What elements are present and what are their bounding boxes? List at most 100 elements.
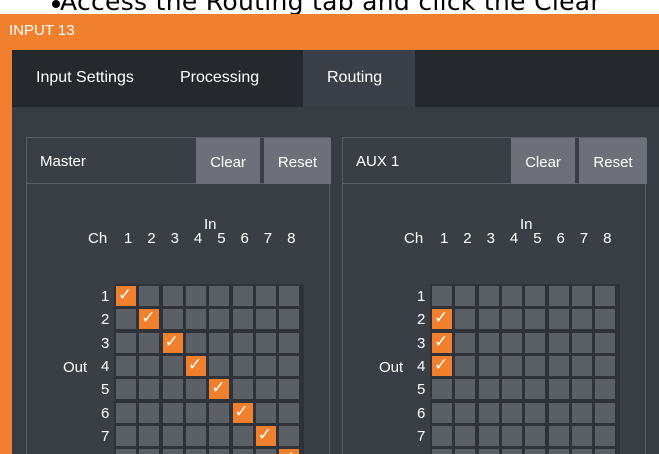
- master-clear-button[interactable]: Clear: [196, 138, 260, 184]
- routing-cell-out4-in5[interactable]: [525, 355, 546, 376]
- routing-cell-out8-in4[interactable]: [501, 449, 522, 454]
- routing-cell-out1-in4[interactable]: [501, 286, 522, 306]
- routing-cell-out6-in6[interactable]: [548, 402, 569, 423]
- routing-cell-out4-in1[interactable]: [116, 355, 136, 376]
- routing-cell-out6-in7[interactable]: [255, 402, 276, 423]
- routing-cell-out1-in6[interactable]: [232, 286, 253, 306]
- aux1-clear-button[interactable]: Clear: [511, 138, 575, 184]
- routing-cell-out7-in8[interactable]: [595, 425, 616, 446]
- routing-cell-out8-in2[interactable]: [139, 449, 160, 454]
- routing-cell-out1-in2[interactable]: [455, 286, 476, 306]
- routing-cell-out2-in5[interactable]: [525, 309, 546, 330]
- routing-cell-out5-in3[interactable]: [478, 379, 499, 400]
- tab-processing[interactable]: Processing: [180, 50, 284, 107]
- routing-cell-out4-in5[interactable]: [209, 355, 230, 376]
- routing-cell-out3-in5[interactable]: [209, 332, 230, 353]
- routing-cell-out4-in7[interactable]: [255, 355, 276, 376]
- routing-cell-out5-in7[interactable]: [255, 379, 276, 400]
- routing-cell-out2-in8[interactable]: [595, 309, 616, 330]
- routing-cell-out4-in2[interactable]: [455, 355, 476, 376]
- aux1-reset-button[interactable]: Reset: [579, 138, 647, 184]
- routing-cell-out1-in5[interactable]: [525, 286, 546, 306]
- routing-cell-out6-in3[interactable]: [478, 402, 499, 423]
- routing-cell-out7-in4[interactable]: [501, 425, 522, 446]
- routing-cell-out1-in3[interactable]: [162, 286, 183, 306]
- routing-cell-out2-in6[interactable]: [548, 309, 569, 330]
- routing-cell-out1-in1[interactable]: ✓: [116, 285, 136, 306]
- routing-cell-out8-in1[interactable]: [432, 449, 452, 454]
- routing-cell-out2-in1[interactable]: [116, 309, 136, 330]
- routing-cell-out4-in6[interactable]: [548, 355, 569, 376]
- routing-cell-out8-in6[interactable]: [232, 449, 253, 454]
- routing-cell-out6-in5[interactable]: [525, 402, 546, 423]
- routing-cell-out8-in6[interactable]: [548, 449, 569, 454]
- routing-cell-out5-in7[interactable]: [571, 379, 592, 400]
- routing-cell-out3-in5[interactable]: [525, 332, 546, 353]
- routing-cell-out8-in1[interactable]: [116, 449, 136, 454]
- routing-cell-out3-in7[interactable]: [571, 332, 592, 353]
- routing-cell-out3-in1[interactable]: ✓: [432, 332, 452, 353]
- routing-cell-out5-in6[interactable]: [232, 379, 253, 400]
- routing-cell-out5-in1[interactable]: [116, 379, 136, 400]
- routing-cell-out8-in7[interactable]: [255, 449, 276, 454]
- routing-cell-out1-in4[interactable]: [185, 286, 206, 306]
- routing-cell-out6-in2[interactable]: [139, 402, 160, 423]
- routing-cell-out6-in8[interactable]: [595, 402, 616, 423]
- routing-cell-out2-in4[interactable]: [501, 309, 522, 330]
- routing-cell-out5-in8[interactable]: [279, 379, 300, 400]
- routing-cell-out3-in2[interactable]: [139, 332, 160, 353]
- routing-cell-out5-in5[interactable]: [525, 379, 546, 400]
- routing-cell-out8-in5[interactable]: [209, 449, 230, 454]
- routing-cell-out8-in8[interactable]: ✓: [279, 448, 300, 454]
- routing-cell-out4-in8[interactable]: [595, 355, 616, 376]
- routing-cell-out5-in1[interactable]: [432, 379, 452, 400]
- routing-cell-out3-in8[interactable]: [279, 332, 300, 353]
- master-reset-button[interactable]: Reset: [264, 138, 331, 184]
- routing-cell-out8-in3[interactable]: [478, 449, 499, 454]
- routing-cell-out6-in1[interactable]: [432, 402, 452, 423]
- routing-cell-out6-in8[interactable]: [279, 402, 300, 423]
- routing-cell-out3-in3[interactable]: ✓: [162, 332, 183, 353]
- routing-cell-out7-in7[interactable]: [571, 425, 592, 446]
- routing-cell-out6-in2[interactable]: [455, 402, 476, 423]
- routing-cell-out5-in2[interactable]: [139, 379, 160, 400]
- routing-cell-out3-in2[interactable]: [455, 332, 476, 353]
- routing-cell-out1-in5[interactable]: [209, 286, 230, 306]
- routing-cell-out3-in1[interactable]: [116, 332, 136, 353]
- routing-cell-out7-in1[interactable]: [116, 425, 136, 446]
- routing-cell-out5-in2[interactable]: [455, 379, 476, 400]
- routing-cell-out8-in3[interactable]: [162, 449, 183, 454]
- routing-cell-out7-in4[interactable]: [185, 425, 206, 446]
- routing-cell-out6-in4[interactable]: [185, 402, 206, 423]
- routing-cell-out2-in8[interactable]: [279, 309, 300, 330]
- routing-cell-out8-in7[interactable]: [571, 449, 592, 454]
- routing-cell-out3-in8[interactable]: [595, 332, 616, 353]
- tab-input-settings[interactable]: Input Settings: [36, 50, 164, 107]
- routing-cell-out5-in3[interactable]: [162, 379, 183, 400]
- routing-cell-out1-in8[interactable]: [279, 286, 300, 306]
- routing-cell-out3-in4[interactable]: [501, 332, 522, 353]
- routing-cell-out2-in6[interactable]: [232, 309, 253, 330]
- routing-cell-out2-in3[interactable]: [478, 309, 499, 330]
- routing-cell-out2-in7[interactable]: [255, 309, 276, 330]
- routing-cell-out2-in4[interactable]: [185, 309, 206, 330]
- routing-cell-out6-in1[interactable]: [116, 402, 136, 423]
- routing-cell-out5-in5[interactable]: ✓: [209, 378, 230, 400]
- routing-cell-out3-in4[interactable]: [185, 332, 206, 353]
- routing-cell-out1-in6[interactable]: [548, 286, 569, 306]
- routing-cell-out6-in6[interactable]: ✓: [232, 402, 253, 423]
- routing-cell-out5-in8[interactable]: [595, 379, 616, 400]
- routing-cell-out4-in2[interactable]: [139, 355, 160, 376]
- routing-cell-out4-in7[interactable]: [571, 355, 592, 376]
- routing-cell-out3-in7[interactable]: [255, 332, 276, 353]
- routing-cell-out7-in5[interactable]: [209, 425, 230, 446]
- routing-cell-out4-in6[interactable]: [232, 355, 253, 376]
- routing-cell-out2-in7[interactable]: [571, 309, 592, 330]
- routing-cell-out6-in4[interactable]: [501, 402, 522, 423]
- routing-cell-out4-in4[interactable]: [501, 355, 522, 376]
- routing-cell-out8-in2[interactable]: [455, 449, 476, 454]
- routing-cell-out7-in7[interactable]: ✓: [255, 425, 276, 446]
- routing-cell-out1-in2[interactable]: [139, 286, 160, 306]
- routing-cell-out7-in2[interactable]: [139, 425, 160, 446]
- routing-cell-out7-in3[interactable]: [478, 425, 499, 446]
